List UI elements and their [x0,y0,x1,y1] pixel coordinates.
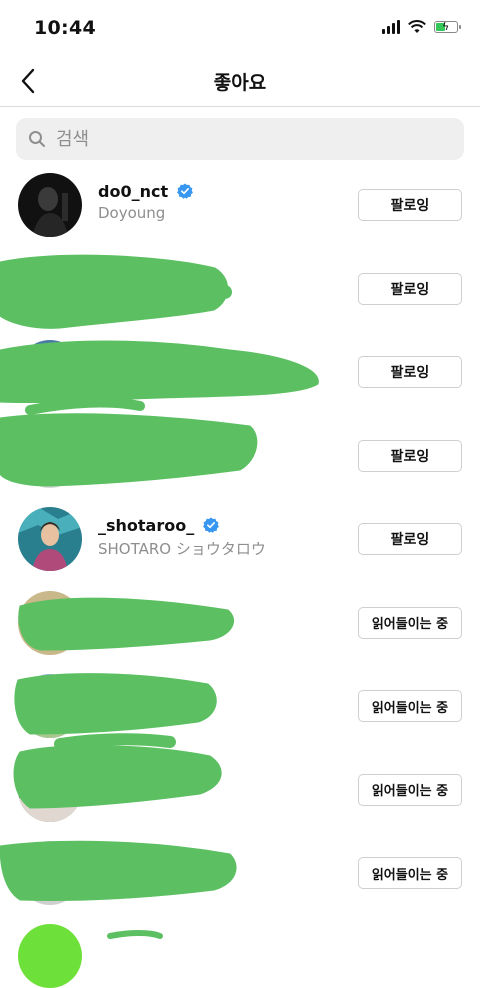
avatar[interactable] [18,841,82,905]
following-button[interactable]: 팔로잉 [358,272,462,305]
list-item[interactable]: 읽어들이는 중 [0,831,480,915]
following-button[interactable]: 팔로잉 [358,439,462,472]
list-item[interactable]: _shotaroo_ SHOTARO ショウタロウ 팔로잉 [0,497,480,581]
avatar[interactable] [18,590,82,655]
avatar[interactable] [18,423,82,488]
username[interactable]: do0_nct [98,182,168,201]
avatar[interactable] [18,173,82,237]
list-item[interactable]: 팔로잉 [0,330,480,414]
loading-button[interactable]: 읽어들이는 중 [358,606,462,639]
loading-button[interactable]: 읽어들이는 중 [358,857,462,889]
user-text: _shotaroo_ SHOTARO ショウタロウ [98,516,266,559]
list-item[interactable]: do0_nct Doyoung 팔로잉 [0,163,480,247]
full-name: Doyoung [98,204,166,222]
battery-icon: ϟ [434,20,461,33]
search-icon [29,131,45,147]
avatar-partial [18,924,82,988]
wifi-icon [408,20,426,33]
status-icons: ϟ [382,20,461,34]
following-button[interactable]: 팔로잉 [358,523,462,555]
following-button[interactable]: 팔로잉 [358,189,462,221]
avatar[interactable] [18,340,82,404]
user-text: do0_nct Doyoung [98,182,194,222]
nav-bar: 좋아요 [0,56,480,107]
avatar[interactable] [18,674,82,738]
username[interactable]: _shotaroo_ [98,516,194,535]
verified-badge-icon [177,183,194,199]
list-item[interactable]: 읽어들이는 중 [0,748,480,832]
full-name: SHOTARO ショウタロウ [98,540,266,558]
loading-button[interactable]: 읽어들이는 중 [358,690,462,722]
list-item[interactable]: 읽어들이는 중 [0,581,480,665]
list-item[interactable]: 읽어들이는 중 [0,664,480,748]
status-bar: 10:44 ϟ [0,0,480,56]
following-button[interactable]: 팔로잉 [358,356,462,388]
avatar[interactable] [18,507,82,571]
signal-icon [382,20,400,34]
likes-user-list: do0_nct Doyoung 팔로잉 팔로잉 팔로잉 팔로잉 _shotaro… [0,163,480,915]
loading-button[interactable]: 읽어들이는 중 [358,773,462,806]
status-time: 10:44 [34,17,96,39]
list-item[interactable]: 팔로잉 [0,414,480,498]
avatar[interactable] [18,256,82,321]
verified-badge-icon [203,517,220,533]
search-bar[interactable] [16,118,464,160]
list-item[interactable]: 팔로잉 [0,247,480,331]
avatar[interactable] [18,757,82,822]
search-input[interactable] [54,127,438,151]
page-title: 좋아요 [213,72,267,94]
